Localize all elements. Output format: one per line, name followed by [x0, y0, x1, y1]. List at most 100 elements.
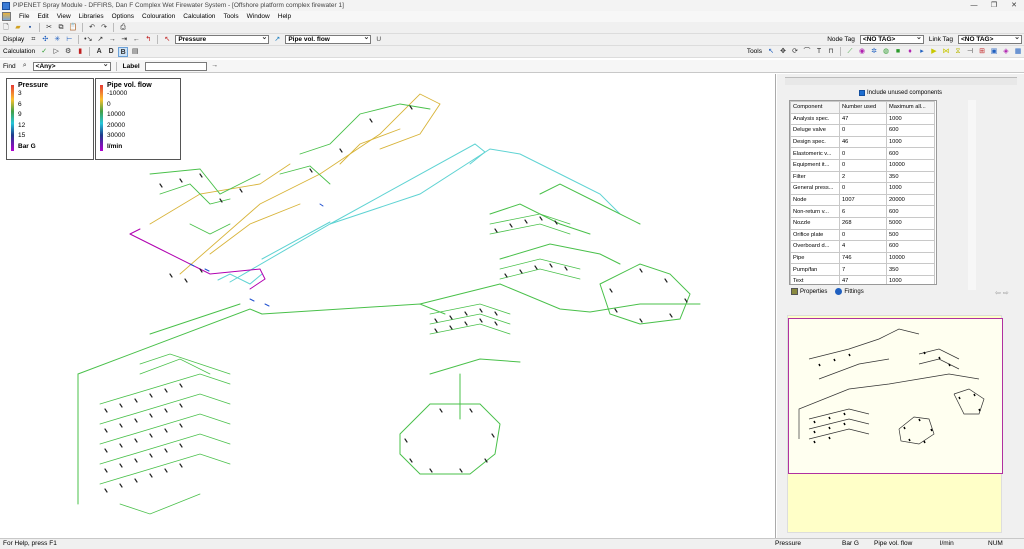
overview-panel[interactable] — [787, 315, 1003, 533]
table-row[interactable]: Filter 2 350 — [790, 170, 935, 184]
flow-direction-icon[interactable]: ⇥ — [119, 35, 129, 45]
menu-window[interactable]: Window — [243, 11, 274, 22]
restore-icon[interactable]: ❐ — [984, 0, 1004, 11]
curve-tool-icon[interactable]: ⌒ — [802, 47, 812, 57]
deluge-valve-tool-icon[interactable]: ⋈ — [941, 47, 951, 57]
save-icon[interactable]: ▪ — [25, 23, 35, 33]
redo-icon[interactable]: ↷ — [99, 23, 109, 33]
check-icon[interactable]: ✓ — [39, 47, 49, 57]
link-tag-select[interactable]: <NO TAG> — [958, 35, 1022, 44]
panel-scrollbar[interactable] — [968, 100, 976, 290]
table-row[interactable]: Overboard d... 4 600 — [790, 240, 935, 253]
pipe-tool-icon[interactable]: ⟋ — [845, 47, 855, 57]
component-table[interactable]: Component Number used Maximum all... Ana… — [789, 100, 937, 285]
text-tool-icon[interactable]: T — [814, 47, 824, 57]
menu-calculation[interactable]: Calculation — [179, 11, 219, 22]
fitting-tool-icon[interactable]: ⊞ — [977, 47, 987, 57]
b-button[interactable]: B — [118, 46, 129, 57]
schematic-canvas[interactable]: Pressure 3 6 9 12 15 Bar G Pipe vol. flo… — [0, 74, 776, 538]
valve-tool-icon[interactable]: ▸ — [917, 47, 927, 57]
elastomeric-tool-icon[interactable]: ▦ — [1013, 47, 1023, 57]
undo-icon[interactable]: ↶ — [87, 23, 97, 33]
node-tag-select[interactable]: <NO TAG> — [859, 35, 924, 44]
move-tool-icon[interactable]: ✥ — [778, 47, 788, 57]
results-icon[interactable]: ▮ — [75, 47, 85, 57]
pump-icon[interactable]: ↰ — [143, 35, 153, 45]
grid-icon[interactable]: ⌗ — [28, 35, 38, 45]
snap-icon[interactable]: ✳ — [52, 35, 62, 45]
copy-icon[interactable]: ⧉ — [56, 23, 66, 33]
document-icon[interactable] — [2, 12, 11, 21]
check-valve-tool-icon[interactable]: ▶ — [929, 47, 939, 57]
table-row[interactable]: Pump/fan 7 350 — [790, 263, 935, 276]
orifice-tool-icon[interactable]: ⊣ — [965, 47, 975, 57]
equipment-tool-icon[interactable]: ▣ — [989, 47, 999, 57]
include-unused-checkbox[interactable] — [859, 90, 865, 96]
select-tool-icon[interactable]: ↖ — [766, 47, 776, 57]
find-type-select[interactable]: <Any> — [32, 61, 111, 71]
column-header[interactable]: Maximum all... — [886, 101, 935, 114]
d-button[interactable]: D — [106, 47, 116, 57]
link-colouration-select[interactable]: Pipe vol. flow — [285, 35, 372, 44]
table-row[interactable]: Node 1007 20000 — [790, 193, 935, 207]
pressure-colour-icon[interactable]: ↖ — [162, 35, 172, 45]
column-header[interactable]: Number used — [839, 101, 887, 114]
link-tool-icon[interactable]: ↗ — [95, 35, 105, 45]
filter-tool-icon[interactable]: ⧖ — [953, 47, 963, 57]
overview-viewport[interactable] — [788, 318, 1003, 474]
back-arrow-icon[interactable]: ⇦ — [995, 290, 1001, 297]
table-row[interactable]: Equipment it... 0 10000 — [790, 158, 935, 172]
a-button[interactable]: A — [94, 47, 104, 57]
menu-file[interactable]: File — [15, 11, 33, 22]
paste-icon[interactable]: 📋 — [68, 23, 78, 33]
table-row[interactable]: Elastomeric v... 0 600 — [790, 147, 935, 160]
options-icon[interactable]: ⚙ — [63, 47, 73, 57]
column-header[interactable]: Component — [790, 101, 840, 114]
forward-arrow-icon[interactable]: ⇨ — [1003, 290, 1009, 297]
node-colouration-select[interactable]: Pressure — [175, 35, 270, 44]
orthogonal-icon[interactable]: ⊢ — [64, 35, 74, 45]
table-row[interactable]: Non-return v... 6 600 — [790, 205, 935, 218]
table-row[interactable]: Orifice plate 0 500 — [790, 228, 935, 242]
nozzle-tool-icon[interactable]: ◍ — [881, 47, 891, 57]
new-file-icon[interactable]: 🗋 — [1, 23, 11, 33]
spray-tool-icon[interactable]: ✲ — [869, 47, 879, 57]
table-row[interactable]: Text 47 1000 — [790, 274, 935, 284]
menu-colouration[interactable]: Colouration — [138, 11, 179, 22]
include-unused-toggle[interactable]: Include unused components — [859, 90, 942, 96]
rotate-tool-icon[interactable]: ⟳ — [790, 47, 800, 57]
arrow-right-icon[interactable]: → — [107, 35, 117, 45]
menu-libraries[interactable]: Libraries — [75, 11, 108, 22]
hydrant-tool-icon[interactable]: ♦ — [905, 47, 915, 57]
print-icon[interactable]: ⎙ — [118, 23, 128, 33]
close-icon[interactable]: ✕ — [1004, 0, 1024, 11]
table-row[interactable]: Deluge valve 0 600 — [790, 124, 935, 137]
label-input[interactable] — [144, 61, 207, 71]
table-row[interactable]: General press... 0 1000 — [790, 182, 935, 195]
cut-icon[interactable]: ✂ — [44, 23, 54, 33]
node-tool-icon[interactable]: •↘ — [83, 35, 93, 45]
overboard-tool-icon[interactable]: ◈ — [1001, 47, 1011, 57]
library-tool-icon[interactable]: ⊓ — [826, 47, 836, 57]
menu-options[interactable]: Options — [108, 11, 138, 22]
find-icon[interactable]: ⌕ — [20, 61, 30, 71]
tank-tool-icon[interactable]: ■ — [893, 47, 903, 57]
minimize-icon[interactable]: — — [964, 0, 984, 11]
arrow-left-icon[interactable]: ← — [131, 35, 141, 45]
menu-help[interactable]: Help — [274, 11, 295, 22]
tab-properties[interactable]: Properties — [791, 288, 827, 295]
menu-tools[interactable]: Tools — [219, 11, 242, 22]
go-arrow-icon[interactable]: → — [210, 61, 220, 71]
table-row[interactable]: Design spec. 46 1000 — [790, 135, 935, 149]
tab-fittings[interactable]: Fittings — [835, 288, 864, 295]
table-row[interactable]: Pipe 746 10000 — [790, 251, 935, 265]
open-folder-icon[interactable]: ▰ — [13, 23, 23, 33]
run-icon[interactable]: ▷ — [51, 47, 61, 57]
report-icon[interactable]: ▤ — [130, 47, 140, 57]
table-row[interactable]: Analysis spec. 47 1000 — [790, 112, 935, 126]
zoom-extents-icon[interactable]: ✣ — [40, 35, 50, 45]
table-row[interactable]: Nozzle 268 5000 — [790, 216, 935, 230]
flow-colour-icon[interactable]: ↗ — [272, 35, 282, 45]
pump-tool-icon[interactable]: ◉ — [857, 47, 867, 57]
menu-edit[interactable]: Edit — [33, 11, 52, 22]
